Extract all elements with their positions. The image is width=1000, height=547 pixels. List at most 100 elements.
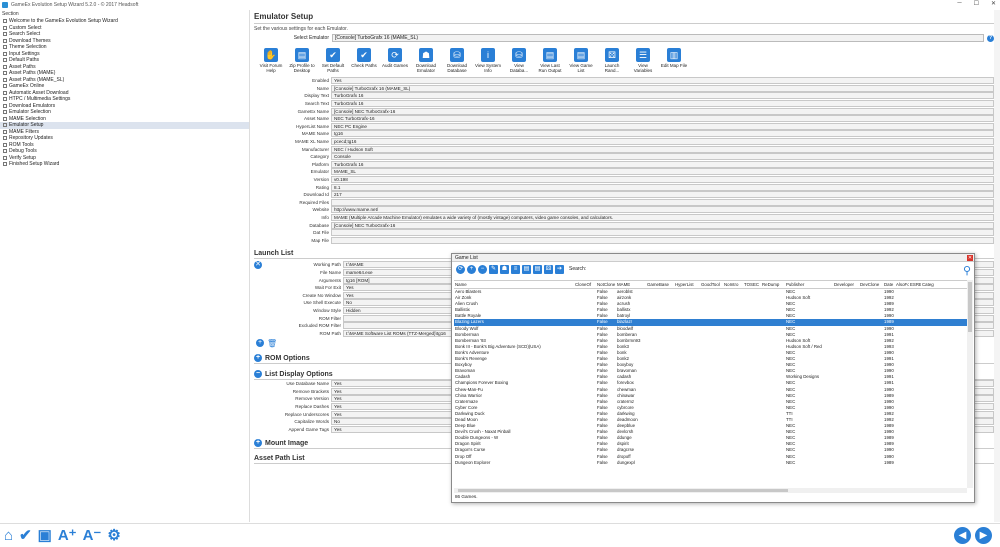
field-value[interactable]: Console [331, 153, 994, 161]
table-row[interactable]: Dungeon Explorer False dungexpl NEC 1989 [454, 460, 967, 466]
toolbar-button[interactable]: ⛁ Download Database [443, 48, 471, 73]
refresh-icon[interactable]: ⟳ [456, 264, 465, 274]
checkbox-icon[interactable] [3, 103, 7, 108]
search-icon[interactable]: ⚲ [963, 264, 971, 277]
sort-icon[interactable]: ≡ [511, 264, 520, 274]
column-header[interactable]: MAME [616, 281, 646, 288]
field-value[interactable]: TurboGrafx 16 [331, 100, 994, 108]
field-value[interactable]: [Console] NEC TurboGrafx-16 [331, 221, 994, 229]
dice-icon[interactable]: ⚄ [544, 264, 553, 274]
back-button[interactable]: ◀ [954, 527, 971, 544]
checkbox-icon[interactable] [3, 123, 7, 128]
checkbox-icon[interactable] [3, 149, 7, 154]
field-value[interactable]: NEC / Hudson Soft [331, 145, 994, 153]
panel-icon[interactable]: ▣ [38, 526, 52, 546]
toolbar-button[interactable]: ⟳ Audit Games [381, 48, 409, 73]
next-button[interactable]: ▶ [975, 527, 992, 544]
checkbox-icon[interactable] [3, 77, 7, 82]
column-header[interactable]: NoIntro [723, 281, 743, 288]
arrow-icon[interactable]: ➔ [555, 264, 564, 274]
checkbox-icon[interactable] [3, 19, 7, 24]
column-header[interactable]: GoodTool [700, 281, 723, 288]
checkbox-icon[interactable] [3, 51, 7, 56]
column-header[interactable]: TOSEC [743, 281, 761, 288]
edit-icon[interactable]: ✎ [489, 264, 498, 274]
checkbox-icon[interactable] [3, 25, 7, 30]
column-header[interactable]: Developer [833, 281, 859, 288]
checkbox-icon[interactable] [3, 64, 7, 69]
toolbar-button[interactable]: ⚄ Launch Rand... [598, 48, 626, 73]
sidebar-item[interactable]: Finished Setup Wizard [0, 161, 249, 168]
column-header[interactable]: AlsoFor [895, 281, 909, 288]
checkmark-icon[interactable]: ✔ [19, 526, 32, 546]
list-icon[interactable]: ▤ [533, 264, 542, 274]
field-value[interactable]: pcecd;tg16 [331, 138, 994, 146]
close-launch-icon[interactable]: ✕ [254, 261, 262, 270]
font-increase-icon[interactable]: A⁺ [58, 526, 77, 546]
toolbar-button[interactable]: ☗ Download Emulator [412, 48, 440, 73]
checkbox-icon[interactable] [3, 116, 7, 121]
toolbar-button[interactable]: ✔ Set Default Paths [319, 48, 347, 73]
main-scrollbar[interactable] [994, 10, 1000, 522]
column-header[interactable]: GameBase [646, 281, 674, 288]
field-value[interactable] [331, 198, 994, 206]
field-value[interactable]: TurboGrafx 16 [331, 160, 994, 168]
field-value[interactable] [331, 229, 994, 237]
column-header[interactable]: DevClone [859, 281, 883, 288]
checkbox-icon[interactable] [3, 136, 7, 141]
checkbox-icon[interactable] [3, 97, 7, 102]
remove-icon[interactable]: − [478, 264, 487, 274]
minimize-button[interactable]: ─ [957, 0, 961, 7]
trash-icon[interactable]: 🗑 [267, 339, 277, 348]
close-button[interactable]: ✕ [991, 0, 996, 7]
game-list-vscroll[interactable] [967, 280, 973, 488]
toolbar-button[interactable]: ✔ Check Paths [350, 48, 378, 73]
add-launch-icon[interactable]: + [256, 339, 264, 347]
toolbar-button[interactable]: ▥ Edit Map File [660, 48, 688, 73]
field-value[interactable]: MAME_SL [331, 168, 994, 176]
toolbar-button[interactable]: ▤ Zip Profile to Desktop [288, 48, 316, 73]
field-value[interactable]: NEC PC Engine [331, 122, 994, 130]
field-value[interactable]: v0.198 [331, 176, 994, 184]
font-decrease-icon[interactable]: A⁻ [83, 526, 102, 546]
field-value[interactable]: MAME (Multiple Arcade Machine Emulator) … [331, 213, 994, 221]
settings-icon[interactable]: ⚙ [107, 526, 120, 546]
toolbar-button[interactable]: i View System Info [474, 48, 502, 73]
column-header[interactable]: HyperList [674, 281, 700, 288]
checkbox-icon[interactable] [3, 155, 7, 160]
toolbar-button[interactable]: ☰ View Variables [629, 48, 657, 73]
column-header[interactable]: Name [454, 281, 574, 288]
column-header[interactable]: Categ [921, 281, 939, 288]
column-header[interactable]: NotClone [596, 281, 616, 288]
checkbox-icon[interactable] [3, 110, 7, 115]
checkbox-icon[interactable] [3, 32, 7, 37]
add-icon[interactable]: + [467, 264, 476, 274]
checkbox-icon[interactable] [3, 58, 7, 63]
document-icon[interactable]: ▤ [522, 264, 531, 274]
column-header[interactable]: ReDump [761, 281, 785, 288]
checkbox-icon[interactable] [3, 142, 7, 147]
toolbar-button[interactable]: ⛁ View Databa... [505, 48, 533, 73]
field-value[interactable]: http://www.mame.net/ [331, 206, 994, 214]
field-value[interactable]: TurboGrafx 16 [331, 92, 994, 100]
checkbox-icon[interactable] [3, 71, 7, 76]
column-header[interactable]: CloneOf [574, 281, 596, 288]
help-icon[interactable]: ? [987, 34, 994, 42]
select-emulator-dropdown[interactable]: [Console] TurboGrafx 16 (MAME_SL) [332, 34, 984, 42]
field-value[interactable]: NEC TurboGrafx-16 [331, 115, 994, 123]
checkbox-icon[interactable] [3, 45, 7, 50]
toolbar-button[interactable]: ✋ Visit Forum Help [257, 48, 285, 73]
field-value[interactable] [331, 236, 994, 244]
checkbox-icon[interactable] [3, 38, 7, 43]
field-value[interactable]: [Console] TurboGrafx 16 (MAME_SL) [331, 84, 994, 92]
maximize-button[interactable]: ☐ [974, 0, 979, 7]
home-icon[interactable]: ⌂ [4, 526, 13, 546]
field-value[interactable]: tg16 [331, 130, 994, 138]
field-value[interactable]: 217 [331, 191, 994, 199]
toolbar-button[interactable]: ▤ View Game List [567, 48, 595, 73]
checkbox-icon[interactable] [3, 129, 7, 134]
field-value[interactable]: [Console] NEC TurboGrafx-16 [331, 107, 994, 115]
toolbar-button[interactable]: ▤ View Last Run Output [536, 48, 564, 73]
column-header[interactable]: Date [883, 281, 895, 288]
checkbox-icon[interactable] [3, 162, 7, 167]
